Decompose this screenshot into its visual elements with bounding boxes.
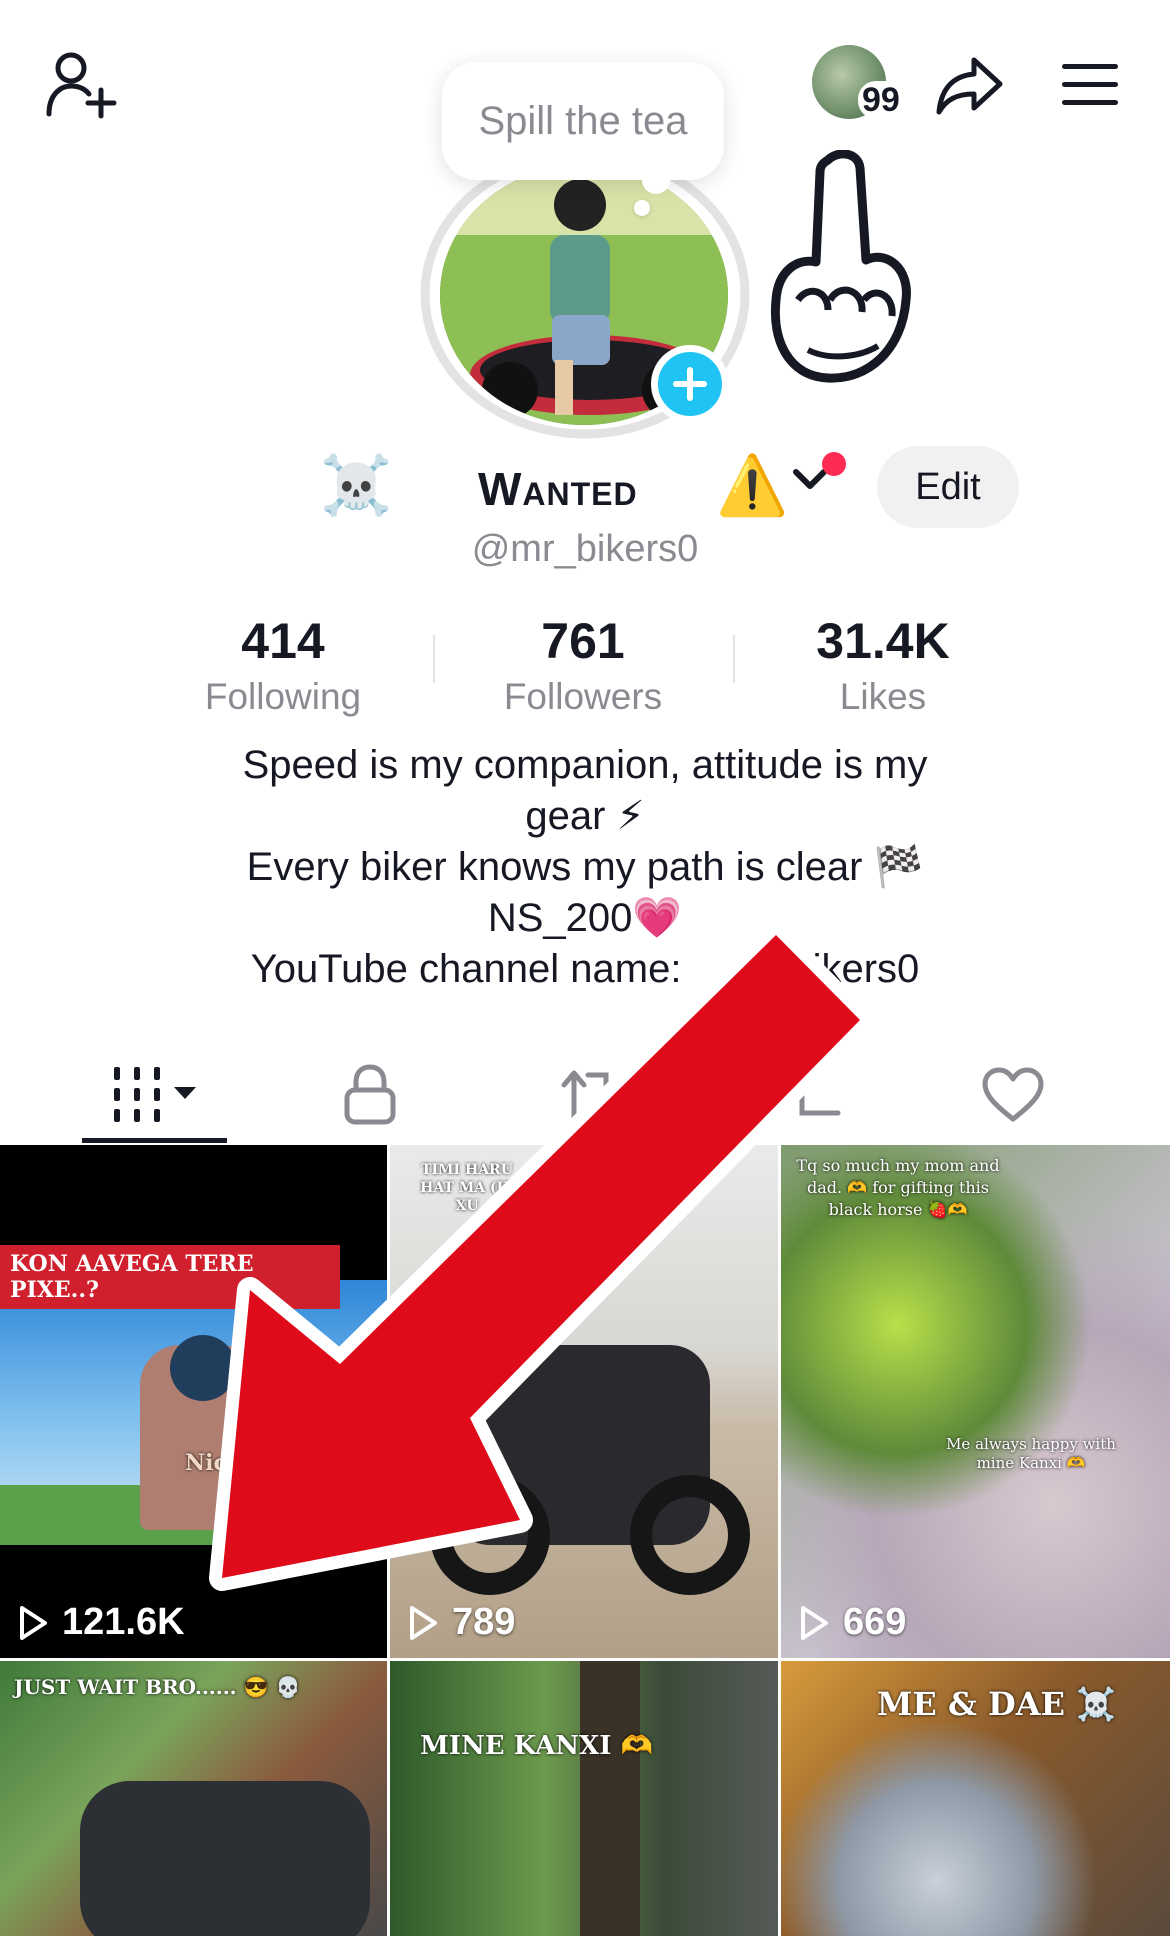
view-count-value: 789 [452, 1601, 516, 1643]
video-thumbnail[interactable]: KON AAVEGA TERE PIXE..? Nice 121.6K [0, 1145, 387, 1658]
bio-line-start: YouTube channel name: [250, 947, 693, 991]
lock-icon [344, 1064, 396, 1125]
play-icon [801, 1605, 828, 1640]
bio-line-end: ikers0 [812, 947, 920, 991]
note-bubble[interactable]: Spill the tea [442, 62, 724, 180]
profile-handle: @mr_bikers0 [471, 528, 699, 570]
stat-following[interactable]: 414 Following [153, 612, 413, 718]
thumb-bike [80, 1781, 370, 1936]
video-caption: ME & DAE ☠️ [877, 1685, 1116, 1723]
add-story-button[interactable] [651, 345, 729, 423]
thumb-tree [580, 1661, 640, 1936]
stat-following-value: 414 [241, 613, 325, 669]
notification-count: 99 [858, 81, 904, 119]
add-friend-button[interactable] [40, 45, 120, 125]
note-bubble-text: Spill the tea [478, 98, 688, 143]
stat-likes[interactable]: 31.4K Likes [753, 612, 1013, 718]
tab-private[interactable] [310, 1045, 430, 1145]
notification-dot [822, 452, 846, 476]
stat-divider [433, 635, 435, 683]
bubble-tail-dot [634, 200, 650, 216]
video-caption: JUST WAIT BRO...... 😎 💀 [14, 1675, 301, 1699]
skull-emoji: ☠️ [320, 453, 393, 518]
bio-line: Speed is my companion, attitude is my [242, 743, 928, 787]
stat-following-label: Following [204, 676, 362, 717]
share-button[interactable] [930, 50, 1010, 120]
video-caption: TIMI HARU HAT MA (IE XU [420, 1162, 514, 1214]
tag-icon [799, 1074, 841, 1116]
share-arrow-icon [936, 57, 1003, 115]
tab-videos[interactable] [82, 1045, 227, 1145]
stat-divider [733, 635, 735, 683]
person-plus-icon [46, 52, 117, 119]
thumb-helmet [170, 1335, 236, 1401]
bio-line: Every biker knows my path is clear 🏁 [246, 845, 924, 889]
video-overlay-text: Nice [185, 1450, 241, 1476]
play-icon [20, 1605, 47, 1640]
videos-grid-icon [113, 1067, 196, 1122]
heart-icon [982, 1067, 1044, 1122]
plus-icon [673, 367, 707, 401]
stat-likes-label: Likes [839, 676, 927, 717]
video-caption: MINE KANXI 🫶 [420, 1731, 653, 1761]
view-count: 669 [799, 1601, 906, 1644]
edit-profile-button[interactable]: Edit [877, 446, 1019, 528]
view-count-value: 121.6K [62, 1601, 185, 1643]
content-tabs [0, 1045, 1170, 1145]
repost-icon [561, 1070, 609, 1120]
stat-followers-label: Followers [503, 676, 663, 717]
profile-switcher-button[interactable] [790, 452, 846, 510]
video-caption: KON AAVEGA TERE PIXE..? [0, 1245, 340, 1309]
view-count-value: 669 [843, 1601, 907, 1643]
video-caption: Tq so much my mom and dad. 🫶 for gifting… [796, 1156, 1000, 1219]
video-thumbnail[interactable]: MINE KANXI 🫶 [390, 1661, 778, 1936]
bio-line: gear ⚡ [525, 794, 645, 838]
stat-likes-value: 31.4K [816, 613, 950, 669]
hamburger-menu-icon [1062, 64, 1118, 105]
profile-name: Wanted [478, 463, 638, 515]
pointing-hand-sticker [770, 150, 911, 383]
play-icon [410, 1605, 437, 1640]
view-count: 789 [408, 1601, 515, 1644]
bio-line: YouTube channel name: ikers0 [150, 944, 1020, 995]
video-thumbnail[interactable]: ME & DAE ☠️ [781, 1661, 1170, 1936]
tab-reposts[interactable] [530, 1045, 650, 1145]
video-thumbnail[interactable]: JUST WAIT BRO...... 😎 💀 [0, 1661, 387, 1936]
profile-bio: Speed is my companion, attitude is my ge… [150, 740, 1020, 995]
video-caption-secondary: Me always happy with mine Kanxi 🫶 [946, 1435, 1116, 1472]
warning-emoji: ⚠️ [716, 453, 789, 518]
bio-line: NS_200💗 [487, 896, 683, 940]
active-tab-indicator [82, 1138, 227, 1143]
story-avatar-button[interactable]: 99 [812, 45, 904, 125]
tab-tagged[interactable] [760, 1045, 880, 1145]
video-thumbnail[interactable]: Tq so much my mom and dad. 🫶 for gifting… [781, 1145, 1170, 1658]
thumb-wheel [430, 1475, 550, 1595]
view-count: 121.6K [18, 1601, 185, 1644]
stat-followers[interactable]: 761 Followers [453, 612, 713, 718]
menu-button[interactable] [1058, 55, 1122, 115]
video-thumbnail[interactable]: TIMI HARU HAT MA (IE XU 789 [390, 1145, 778, 1658]
stat-followers-value: 761 [541, 613, 625, 669]
thumb-wheel [630, 1475, 750, 1595]
tab-liked[interactable] [953, 1045, 1073, 1145]
